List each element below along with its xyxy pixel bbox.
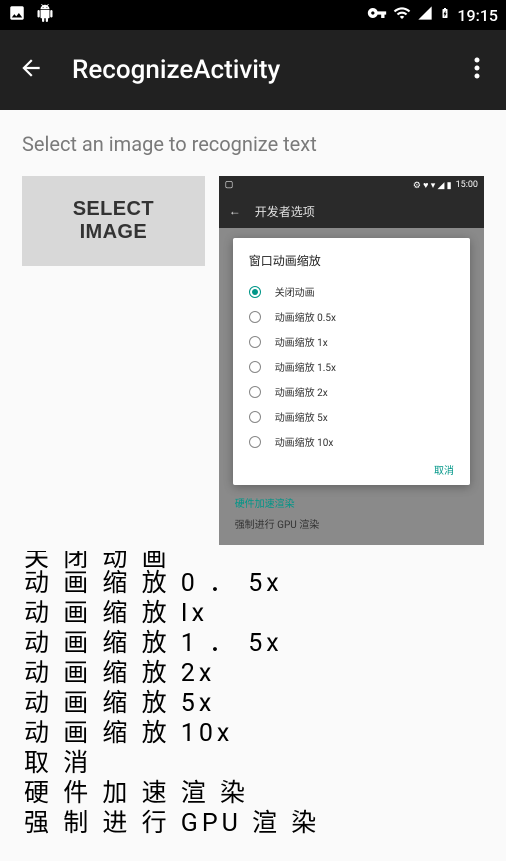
preview-option: 动画缩放 0.5x [233,304,470,329]
prompt-text: Select an image to recognize text [22,132,484,156]
preview-option: 动画缩放 2x [233,379,470,404]
radio-icon [249,286,261,298]
radio-icon [249,311,261,323]
preview-option-label: 动画缩放 0.5x [275,309,336,324]
overflow-menu-icon[interactable] [466,56,488,84]
preview-status-time: 15:00 [456,180,478,190]
preview-hw-accel: 硬件加速渲染 [233,485,470,514]
signal-icon [417,5,433,25]
android-icon [36,4,54,26]
preview-image: ▢ ⚙ ♥ ▾ ◢ ▮ 15:00 ← 开发者选项 窗口动画缩放 关闭动画动画缩… [219,176,484,545]
radio-icon [249,336,261,348]
ocr-line: 动 画 缩 放 10x [24,719,484,749]
preview-option: 关闭动画 [233,279,470,304]
ocr-line: 动 画 缩 放 1 ． 5x [24,629,484,659]
ocr-line: 关 闭 动 画 [24,551,484,569]
image-icon [8,4,26,26]
ocr-line: 取 消 [24,749,484,779]
action-bar: RecognizeActivity [0,30,506,110]
ocr-line: 动 画 缩 放 0 ． 5x [24,569,484,599]
preview-option-label: 动画缩放 1x [275,334,328,349]
preview-option-label: 关闭动画 [275,284,315,299]
ocr-line: 硬 件 加 速 渲 染 [24,779,484,809]
ocr-line: 动 画 缩 放 Ix [24,599,484,629]
preview-option-label: 动画缩放 5x [275,409,328,424]
select-image-button[interactable]: SELECT IMAGE [22,176,205,266]
preview-status-icons: ⚙ ♥ ▾ ◢ ▮ [413,180,452,191]
radio-icon [249,361,261,373]
ocr-line: 强 制 进 行 GPU 渲 染 [24,809,484,839]
page-title: RecognizeActivity [72,55,466,85]
back-arrow-icon[interactable] [18,55,44,85]
radio-icon [249,411,261,423]
preview-dialog-title: 窗口动画缩放 [233,252,470,279]
ocr-line: 动 画 缩 放 2x [24,659,484,689]
preview-back-icon: ← [229,204,241,218]
battery-icon [439,4,451,26]
radio-icon [249,386,261,398]
preview-option: 动画缩放 1x [233,329,470,354]
preview-force-gpu: 强制进行 GPU 渲染 [233,514,470,533]
status-bar: 19:15 [0,0,506,30]
preview-option: 动画缩放 1.5x [233,354,470,379]
preview-dialog: 窗口动画缩放 关闭动画动画缩放 0.5x 动画缩放 1x 动画缩放 1.5x 动画缩放… [233,238,470,485]
status-time: 19:15 [457,6,498,25]
radio-icon [249,436,261,448]
preview-option-label: 动画缩放 2x [275,384,328,399]
preview-option: 动画缩放 10x [233,429,470,454]
vpn-key-icon [367,3,387,27]
preview-action-title: 开发者选项 [255,203,315,220]
ocr-line: 动 画 缩 放 5x [24,689,484,719]
preview-option-label: 动画缩放 10x [275,434,334,449]
preview-status-left-icon: ▢ [225,180,234,190]
wifi-icon [393,4,411,26]
preview-dialog-cancel: 取消 [233,454,470,477]
ocr-output: 关 闭 动 画动 画 缩 放 0 ． 5x动 画 缩 放 Ix动 画 缩 放 1… [22,545,484,839]
preview-option: 动画缩放 5x [233,404,470,429]
preview-option-label: 动画缩放 1.5x [275,359,336,374]
